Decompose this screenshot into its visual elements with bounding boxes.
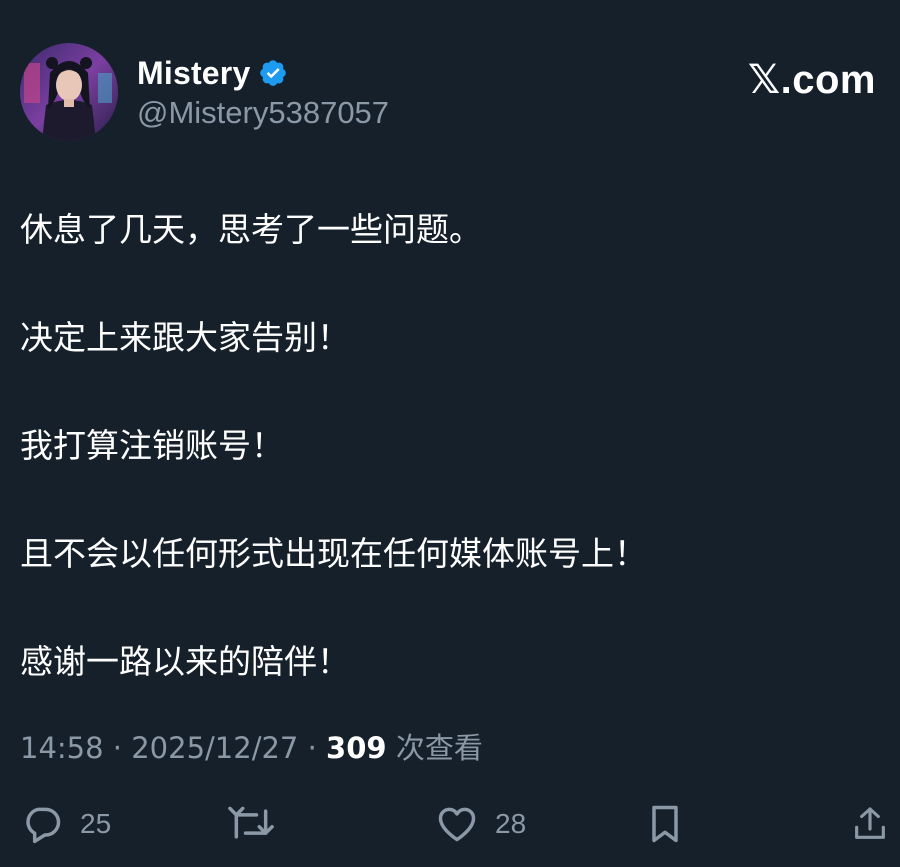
bookmark-icon [652,805,678,843]
post-paragraph: 我打算注销账号！ [20,426,284,465]
heart-icon [438,807,476,842]
display-name-row: Mistery [137,55,288,91]
x-logo: 𝕏.com [748,57,876,103]
repost-button[interactable] [227,796,275,852]
action-bar: 25 28 [20,796,888,852]
meta-separator: · [307,731,317,765]
reply-button[interactable]: 25 [20,796,111,852]
like-button[interactable]: 28 [435,796,526,852]
post-header: Mistery @Mistery5387057 𝕏.com [20,43,880,143]
share-button[interactable] [850,796,890,852]
reply-count: 25 [80,808,112,839]
share-icon [855,807,885,839]
user-handle[interactable]: @Mistery5387057 [137,95,389,131]
like-count: 28 [495,808,527,839]
avatar-image [20,43,118,141]
repost-icon [228,806,274,839]
reply-icon [26,807,61,844]
bookmark-button[interactable] [643,796,687,852]
post-date[interactable]: 2025/12/27 [131,731,298,765]
post-text: 休息了几天，思考了一些问题。 决定上来跟大家告别！ 我打算注销账号！ 且不会以任… [20,208,880,748]
x-brand-mark: 𝕏 [747,57,781,103]
post-paragraph: 休息了几天，思考了一些问题。 [20,210,482,249]
meta-separator: · [112,731,123,765]
brand-suffix: .com [780,58,876,102]
post-paragraph: 且不会以任何形式出现在任何媒体账号上！ [20,534,647,573]
post-meta: 14:58 · 2025/12/27 · 309 次查看 [20,725,483,767]
verified-badge-icon [260,60,287,86]
post-time[interactable]: 14:58 [20,731,104,765]
avatar[interactable] [20,43,118,141]
views-count[interactable]: 309 [326,731,387,765]
display-name[interactable]: Mistery [137,55,250,92]
post-paragraph: 感谢一路以来的陪伴！ [20,642,350,681]
post-paragraph: 决定上来跟大家告别！ [20,318,350,357]
views-label[interactable]: 次查看 [396,731,483,765]
